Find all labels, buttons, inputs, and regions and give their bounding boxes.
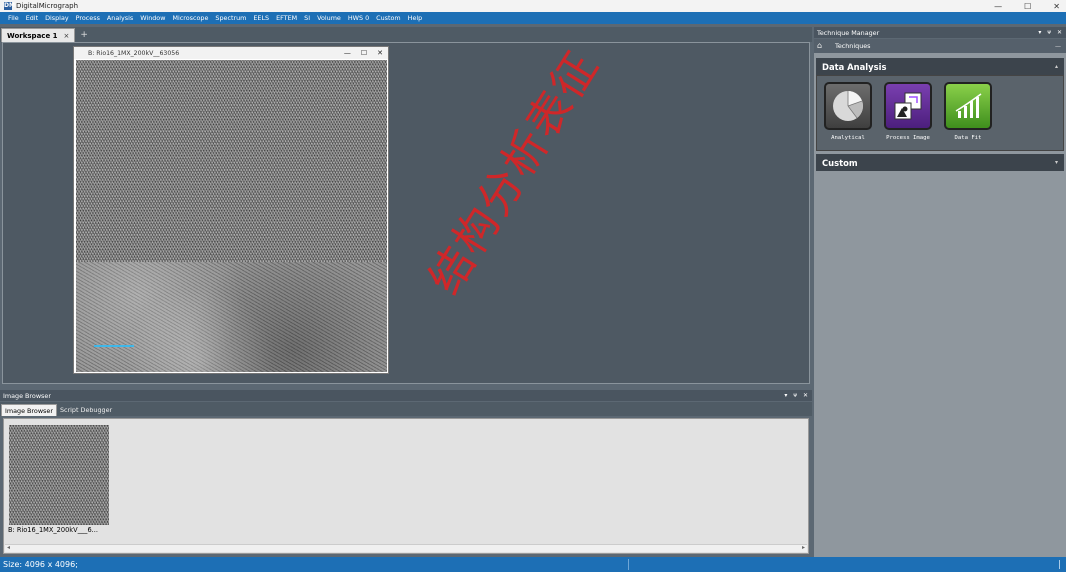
horizontal-scrollbar[interactable]: ◂ ▸ xyxy=(5,544,807,552)
process-image-icon xyxy=(884,82,932,130)
status-separator xyxy=(628,559,629,570)
tab-image-browser[interactable]: Image Browser xyxy=(1,404,57,416)
menu-file[interactable]: File xyxy=(8,14,19,22)
status-bar: Size: 4096 x 4096; xyxy=(0,557,1066,572)
scale-bar xyxy=(94,342,144,354)
data-fit-icon xyxy=(944,82,992,130)
section-custom[interactable]: Custom ▾ xyxy=(816,154,1064,171)
menu-bar: File Edit Display Process Analysis Windo… xyxy=(0,12,1066,24)
image-window[interactable]: B: Rio16_1MX_200kV__63056 — ☐ ✕ xyxy=(73,46,389,374)
resize-grip-icon[interactable] xyxy=(1052,560,1060,569)
technique-manager-title: Technique Manager xyxy=(817,28,880,37)
tab-close-icon[interactable]: × xyxy=(64,32,70,40)
menu-eels[interactable]: EELS xyxy=(253,14,269,22)
image-browser-tab-bar: Image Browser Script Debugger xyxy=(0,402,812,416)
section-data-analysis-label: Data Analysis xyxy=(822,61,887,72)
panel-menu-icon[interactable]: ▾ xyxy=(784,392,787,399)
image-minimize-button[interactable]: — xyxy=(344,49,351,57)
data-analysis-tools: Analytical Process Image Data Fit xyxy=(816,75,1064,151)
window-title: DigitalMicrograph xyxy=(16,2,79,10)
process-image-label: Process Image xyxy=(886,135,930,141)
data-fit-label: Data Fit xyxy=(954,135,982,141)
tm-menu-icon[interactable]: ▾ xyxy=(1038,29,1041,36)
panel-close-icon[interactable]: ✕ xyxy=(803,392,808,399)
section-data-analysis[interactable]: Data Analysis ▴ xyxy=(816,58,1064,75)
tab-workspace-1[interactable]: Workspace 1 × xyxy=(1,28,76,42)
scroll-left-icon[interactable]: ◂ xyxy=(7,544,10,551)
tm-pin-icon[interactable]: ᴪ xyxy=(1047,29,1051,36)
expand-chevron-icon[interactable]: ▾ xyxy=(1055,159,1058,166)
pie-chart-icon xyxy=(824,82,872,130)
image-window-title: B: Rio16_1MX_200kV__63056 xyxy=(88,49,180,57)
technique-manager-header: Technique Manager ▾ ᴪ ✕ xyxy=(814,27,1066,38)
menu-custom[interactable]: Custom xyxy=(376,14,400,22)
technique-manager-body: Data Analysis ▴ Analytical Process Image… xyxy=(814,53,1066,557)
menu-si[interactable]: SI xyxy=(304,14,310,22)
micrograph-image[interactable] xyxy=(76,60,387,372)
menu-analysis[interactable]: Analysis xyxy=(107,14,133,22)
techniques-label: Techniques xyxy=(835,42,871,50)
workspace-tab-bar: Workspace 1 × + xyxy=(0,27,812,42)
maximize-button[interactable]: ☐ xyxy=(1024,2,1031,11)
thumbnail-lattice xyxy=(9,425,109,525)
analytical-label: Analytical xyxy=(831,135,865,141)
analytical-tool[interactable]: Analytical xyxy=(821,82,875,141)
tm-close-icon[interactable]: ✕ xyxy=(1057,29,1062,36)
toolbar-pin-icon[interactable]: — xyxy=(1055,43,1061,50)
menu-microscope[interactable]: Microscope xyxy=(172,14,208,22)
image-browser-body: B: Rio16_1MX_200kV___6... ◂ ▸ xyxy=(3,418,809,554)
amorphous-region xyxy=(76,262,387,372)
image-thumbnail[interactable] xyxy=(9,425,109,525)
status-size-text: Size: 4096 x 4096; xyxy=(3,560,78,569)
amorphous-texture xyxy=(76,262,387,372)
home-icon[interactable]: ⌂ xyxy=(817,42,825,50)
scale-bar-line xyxy=(94,345,134,347)
thumbnail-caption: B: Rio16_1MX_200kV___6... xyxy=(8,526,98,534)
image-close-button[interactable]: ✕ xyxy=(377,49,383,57)
title-bar: DM DigitalMicrograph — ☐ ✕ xyxy=(0,0,1066,12)
tab-script-debugger[interactable]: Script Debugger xyxy=(57,404,115,416)
menu-edit[interactable]: Edit xyxy=(26,14,38,22)
section-custom-label: Custom xyxy=(822,157,858,168)
collapse-chevron-icon[interactable]: ▴ xyxy=(1055,63,1058,70)
menu-spectrum[interactable]: Spectrum xyxy=(215,14,246,22)
menu-eftem[interactable]: EFTEM xyxy=(276,14,297,22)
workspace-tab-label: Workspace 1 xyxy=(7,31,58,40)
menu-window[interactable]: Window xyxy=(140,14,165,22)
image-browser-header: Image Browser ▾ ᴪ ✕ xyxy=(0,390,812,401)
menu-display[interactable]: Display xyxy=(45,14,69,22)
add-tab-button[interactable]: + xyxy=(80,28,88,42)
close-button[interactable]: ✕ xyxy=(1053,2,1060,11)
menu-process[interactable]: Process xyxy=(76,14,100,22)
scroll-right-icon[interactable]: ▸ xyxy=(802,544,805,551)
techniques-toolbar: ⌂ Techniques — xyxy=(814,39,1066,53)
image-browser-title: Image Browser xyxy=(3,391,51,400)
menu-hws[interactable]: HWS 0 xyxy=(348,14,369,22)
menu-help[interactable]: Help xyxy=(408,14,423,22)
minimize-button[interactable]: — xyxy=(994,2,1002,11)
panel-pin-icon[interactable]: ᴪ xyxy=(793,392,797,399)
image-window-titlebar[interactable]: B: Rio16_1MX_200kV__63056 — ☐ ✕ xyxy=(74,47,388,59)
menu-volume[interactable]: Volume xyxy=(317,14,341,22)
app-logo-icon: DM xyxy=(4,2,15,10)
image-maximize-button[interactable]: ☐ xyxy=(361,49,367,57)
data-fit-tool[interactable]: Data Fit xyxy=(941,82,995,141)
process-image-tool[interactable]: Process Image xyxy=(881,82,935,141)
